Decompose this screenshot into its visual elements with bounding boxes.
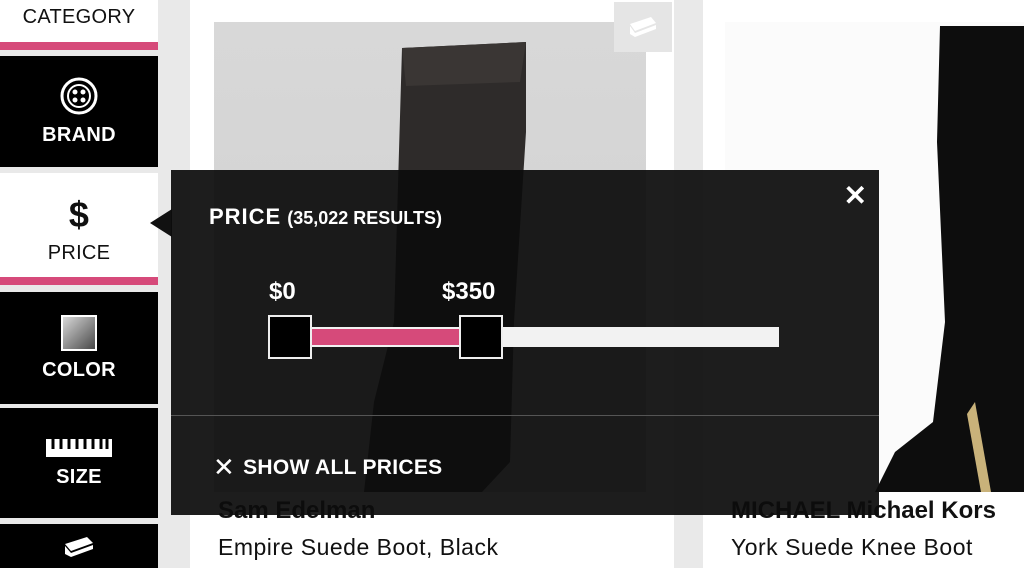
divider — [171, 415, 879, 416]
sidebar-item-brand[interactable]: BRAND — [0, 56, 158, 167]
show-all-prices-label: SHOW ALL PRICES — [243, 456, 443, 479]
color-swatch-icon — [61, 314, 97, 351]
save-icon[interactable] — [614, 2, 672, 52]
sidebar-item-size[interactable]: SIZE — [0, 408, 158, 518]
dollar-icon: $ — [64, 194, 94, 234]
sidebar-item-label: COLOR — [42, 358, 116, 381]
sidebar-item-color[interactable]: COLOR — [0, 292, 158, 404]
sidebar-item-category[interactable]: CATEGORY — [0, 0, 158, 50]
close-icon[interactable]: ✕ — [844, 182, 867, 210]
max-price-label: $350 — [442, 278, 496, 305]
button-icon — [59, 76, 99, 116]
filter-sidebar: CATEGORY BRAND $ PRICE COLOR SIZE — [0, 0, 160, 568]
sidebar-item-label: SIZE — [56, 465, 102, 488]
popover-pointer — [150, 209, 172, 237]
close-icon: ✕ — [213, 452, 236, 482]
product-name[interactable]: Empire Suede Boot, Black — [218, 534, 498, 561]
price-filter-title: PRICE — [209, 204, 282, 229]
price-slider-range — [309, 329, 479, 345]
sidebar-item-shoe[interactable] — [0, 524, 158, 568]
svg-text:$: $ — [69, 194, 89, 234]
results-count: (35,022 RESULTS) — [287, 208, 442, 228]
sidebar-item-label: CATEGORY — [22, 6, 136, 28]
product-name[interactable]: York Suede Knee Boot — [731, 534, 973, 561]
min-price-label: $0 — [269, 278, 296, 305]
sidebar-item-label: BRAND — [42, 124, 116, 146]
shoe-icon — [62, 534, 96, 560]
sidebar-item-label: PRICE — [47, 241, 111, 264]
price-filter-popover: ✕ PRICE (35,022 RESULTS) $0 $350 ✕ SHOW AL… — [171, 170, 879, 515]
max-price-handle[interactable] — [459, 315, 503, 359]
popover-title: PRICE (35,022 RESULTS) — [209, 204, 442, 230]
sidebar-item-price[interactable]: $ PRICE — [0, 173, 158, 285]
show-all-prices-button[interactable]: ✕ SHOW ALL PRICES — [213, 452, 442, 483]
ruler-icon — [45, 438, 113, 458]
min-price-handle[interactable] — [268, 315, 312, 359]
